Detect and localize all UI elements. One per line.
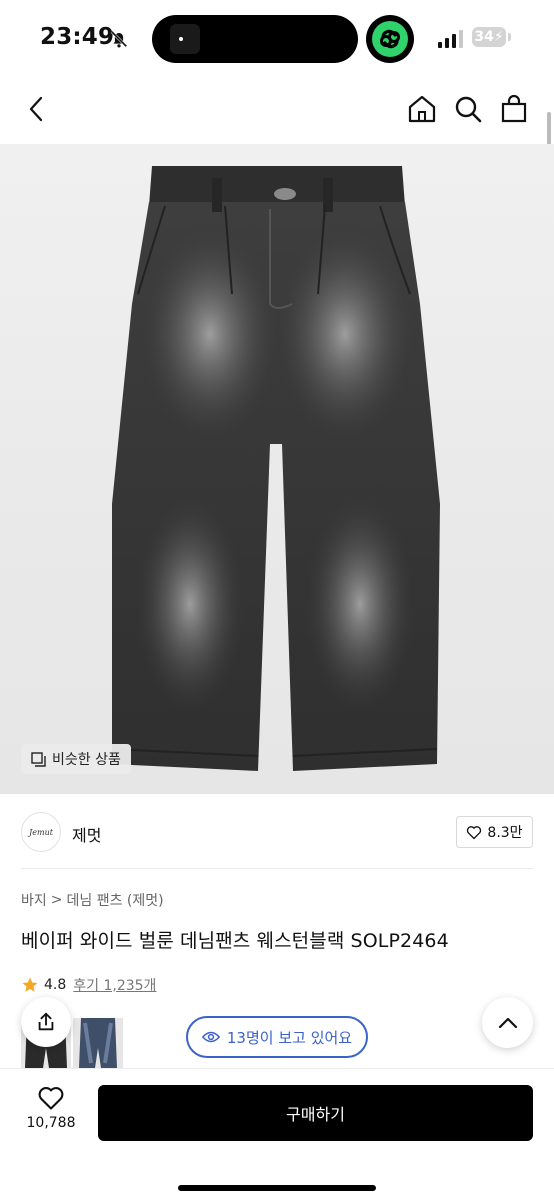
review-count-link[interactable]: 후기 1,235개 xyxy=(73,975,156,995)
product-title: 베이퍼 와이드 벌룬 데님팬츠 웨스턴블랙 SOLP2464 xyxy=(21,930,449,952)
product-image[interactable] xyxy=(0,144,554,794)
rating-value: 4.8 xyxy=(44,977,67,993)
status-time: 23:49 xyxy=(40,24,115,50)
shopping-bag-icon[interactable] xyxy=(498,93,530,125)
share-icon xyxy=(38,1012,54,1031)
brand-like-button[interactable]: 8.3만 xyxy=(456,816,533,848)
app-chain-icon xyxy=(366,15,414,63)
home-icon[interactable] xyxy=(406,93,438,125)
star-icon xyxy=(22,977,38,992)
eye-icon xyxy=(201,1031,220,1043)
battery-icon: 34 ⚡ xyxy=(472,27,506,47)
bell-slash-icon xyxy=(110,30,128,48)
bottom-purchase-bar: 10,788 구매하기 xyxy=(0,1068,554,1200)
back-chevron-icon[interactable] xyxy=(20,93,52,125)
divider xyxy=(21,868,533,869)
wishlist-button[interactable]: 10,788 xyxy=(18,1085,84,1141)
search-icon[interactable] xyxy=(452,93,484,125)
signal-icon xyxy=(438,30,463,48)
dynamic-island xyxy=(152,15,358,63)
similar-items-icon xyxy=(31,751,46,767)
chevron-up-icon xyxy=(498,1017,517,1028)
island-media-thumbnail xyxy=(170,24,200,54)
brand-like-count: 8.3만 xyxy=(487,825,523,841)
breadcrumb: 바지 > 데님 팬츠 (제멋) xyxy=(21,890,164,910)
buy-button[interactable]: 구매하기 xyxy=(98,1085,533,1141)
share-button[interactable] xyxy=(21,997,71,1047)
similar-products-label: 비슷한 상품 xyxy=(52,752,121,768)
brand-row: Jemut 제멋 8.3만 xyxy=(0,804,554,860)
heart-icon xyxy=(467,825,482,839)
viewers-label: 13명이 보고 있어요 xyxy=(226,1028,353,1047)
breadcrumb-category[interactable]: 바지 xyxy=(21,890,47,910)
wishlist-count: 10,788 xyxy=(26,1115,76,1131)
home-indicator xyxy=(178,1185,376,1191)
scroll-to-top-button[interactable] xyxy=(482,997,533,1048)
brand-logo[interactable]: Jemut xyxy=(21,812,61,852)
top-navigation xyxy=(0,78,554,144)
breadcrumb-separator: > xyxy=(50,892,63,908)
color-thumbnail-blue[interactable] xyxy=(73,1018,123,1068)
brand-name[interactable]: 제멋 xyxy=(72,822,101,846)
similar-products-button[interactable]: 비슷한 상품 xyxy=(21,744,131,774)
status-bar: 23:49 34 ⚡ xyxy=(0,0,554,78)
heart-icon xyxy=(38,1087,64,1110)
rating-row: 4.8 후기 1,235개 xyxy=(21,975,156,995)
breadcrumb-subcategory[interactable]: 데님 팬츠 (제멋) xyxy=(67,890,164,910)
jeans-illustration xyxy=(111,166,440,771)
viewers-badge: 13명이 보고 있어요 xyxy=(186,1016,368,1058)
